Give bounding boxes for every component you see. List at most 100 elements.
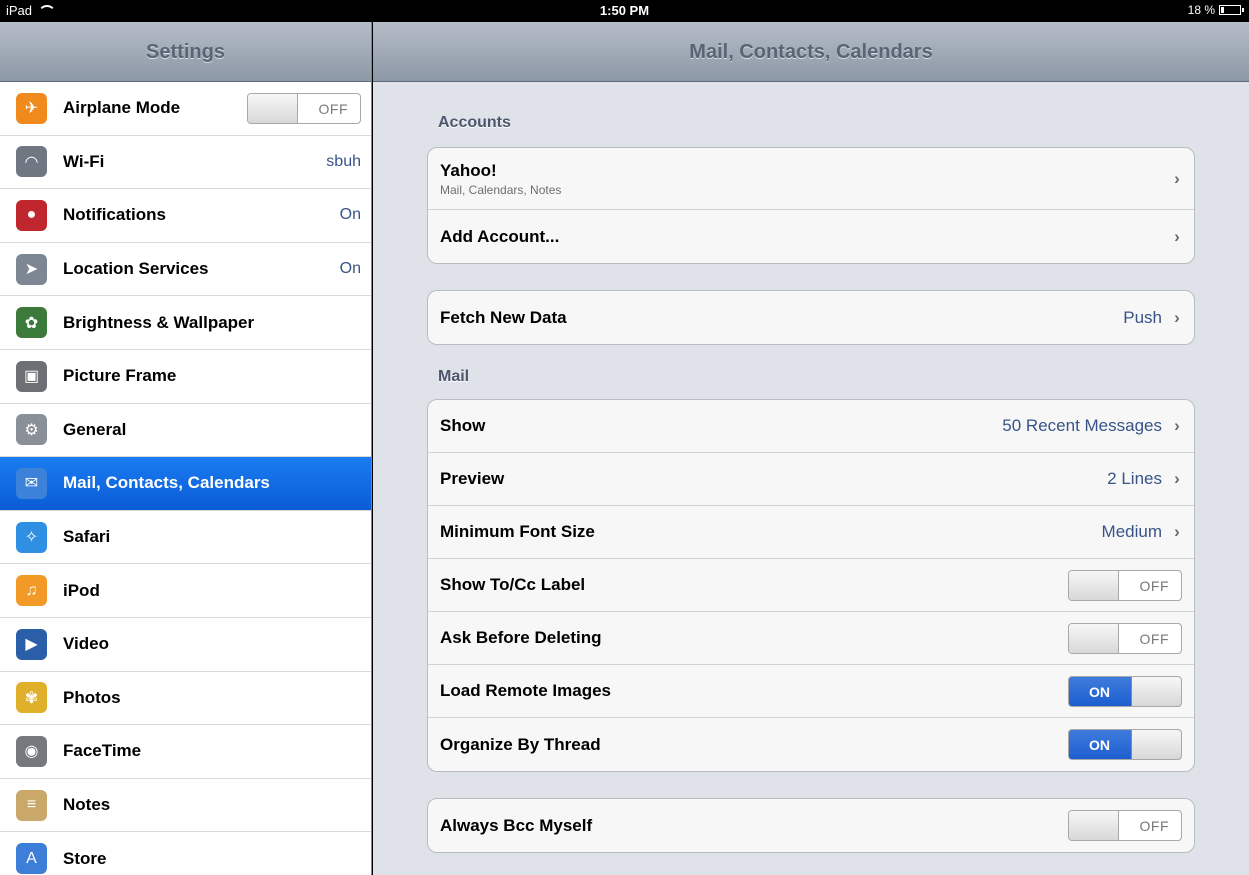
organize-by-thread-row[interactable]: Organize By Thread ON (428, 718, 1194, 771)
show-label: Show (440, 416, 486, 435)
video-icon: ▶ (16, 628, 47, 660)
location-icon: ➤ (16, 253, 47, 285)
account-label: Add Account... (440, 226, 560, 246)
load-remote-images-toggle[interactable]: ON (1068, 675, 1182, 707)
sidebar-item-ipod[interactable]: ♫ iPod (0, 564, 371, 618)
sidebar-item-facetime[interactable]: ◉ FaceTime (0, 725, 371, 779)
always-bcc-myself-label: Always Bcc Myself (440, 815, 593, 835)
toggle-knob (1131, 730, 1181, 759)
sidebar-item-safari[interactable]: ✧ Safari (0, 511, 371, 565)
show-to-cc-label-toggle[interactable]: OFF (1068, 569, 1182, 601)
picture-frame-icon: ▣ (16, 360, 47, 392)
preview-label: Preview (440, 469, 505, 488)
always-bcc-myself-row[interactable]: Always Bcc Myself OFF (428, 799, 1194, 852)
sidebar-item-airplane-mode[interactable]: ✈ Airplane Mode OFF (0, 82, 371, 136)
airplane-icon: ✈ (16, 92, 47, 124)
sidebar-item-label: Store (63, 848, 107, 868)
battery-percent: 18 % (1187, 3, 1215, 17)
notifications-icon: ● (16, 199, 47, 231)
sidebar-item-label: FaceTime (63, 741, 142, 761)
more-mail-group: Always Bcc Myself OFF (427, 798, 1195, 853)
sidebar-item-label: Brightness & Wallpaper (63, 312, 255, 332)
toggle-label: ON (1089, 737, 1110, 753)
sidebar-item-label: Wi-Fi (63, 151, 105, 171)
sidebar-item-notifications[interactable]: ● Notifications On (0, 189, 371, 243)
mail-group: Show 50 Recent Messages › Preview 2 Lines › Mi… (427, 399, 1195, 772)
sidebar-item-video[interactable]: ▶ Video (0, 618, 371, 672)
account-services: Mail, Calendars, Notes (440, 182, 562, 197)
detail-pane: Mail, Contacts, Calendars Accounts Yahoo… (373, 22, 1249, 875)
fetch-new-data-label: Fetch New Data (440, 307, 567, 327)
sidebar-item-label: Airplane Mode (63, 98, 181, 118)
show-value: 50 Recent Messages (1002, 416, 1162, 435)
sidebar-item-photos[interactable]: ✾ Photos (0, 672, 371, 726)
sidebar-item-label: Photos (63, 687, 121, 707)
always-bcc-myself-toggle[interactable]: OFF (1068, 810, 1182, 841)
account-row-yahoo[interactable]: Yahoo! Mail, Calendars, Notes › (428, 148, 1194, 210)
fetch-group: Fetch New Data Push › (427, 290, 1195, 345)
sidebar-item-label: Mail, Contacts, Calendars (63, 473, 270, 493)
sidebar-item-label: Location Services (63, 259, 209, 279)
detail-title: Mail, Contacts, Calendars (373, 22, 1249, 82)
sidebar-item-label: Notifications (63, 205, 166, 225)
sidebar-item-label: Video (63, 634, 109, 654)
sidebar-item-mail-contacts-calendars[interactable]: ✉ Mail, Contacts, Calendars (0, 457, 371, 511)
ask-before-deleting-row[interactable]: Ask Before Deleting OFF (428, 612, 1194, 665)
chevron-right-icon: › (1174, 307, 1180, 327)
sidebar-item-brightness-wallpaper[interactable]: ✿ Brightness & Wallpaper (0, 296, 371, 350)
mail-section-title: Mail (438, 368, 470, 385)
load-remote-images-label: Load Remote Images (440, 681, 611, 700)
toggle-label: OFF (1139, 818, 1169, 834)
store-icon: A (16, 843, 47, 875)
chevron-right-icon: › (1174, 226, 1180, 246)
toggle-knob (1131, 676, 1181, 706)
safari-icon: ✧ (16, 521, 47, 553)
status-time: 1:50 PM (599, 3, 650, 18)
sidebar-item-notes[interactable]: ≡ Notes (0, 779, 371, 833)
chevron-right-icon: › (1174, 469, 1180, 488)
minimum-font-size-row[interactable]: Minimum Font Size Medium › (428, 506, 1194, 559)
ask-before-deleting-toggle[interactable]: OFF (1068, 622, 1182, 654)
brightness-icon: ✿ (16, 307, 47, 339)
sidebar-item-picture-frame[interactable]: ▣ Picture Frame (0, 350, 371, 404)
load-remote-images-row[interactable]: Load Remote Images ON (428, 665, 1194, 718)
sidebar-item-store[interactable]: A Store (0, 832, 371, 875)
sidebar-item-value: On (339, 260, 361, 278)
fetch-new-data-value: Push (1123, 307, 1162, 327)
status-right: 18 % (1187, 3, 1244, 17)
sidebar-item-general[interactable]: ⚙ General (0, 404, 371, 458)
show-row[interactable]: Show 50 Recent Messages › (428, 400, 1194, 453)
sidebar-item-value: On (339, 206, 361, 224)
toggle-label: OFF (318, 100, 348, 117)
preview-row[interactable]: Preview 2 Lines › (428, 453, 1194, 506)
organize-by-thread-toggle[interactable]: ON (1068, 729, 1182, 760)
sidebar-title: Settings (0, 22, 371, 82)
fetch-new-data-row[interactable]: Fetch New Data Push › (428, 291, 1194, 344)
sidebar-item-label: Notes (63, 795, 111, 815)
airplane-mode-toggle[interactable]: OFF (247, 92, 361, 124)
account-row-add-account[interactable]: Add Account... › (428, 210, 1194, 263)
account-text: Yahoo! Mail, Calendars, Notes (440, 161, 1172, 197)
toggle-label: ON (1089, 683, 1110, 700)
settings-sidebar: Settings ✈ Airplane Mode OFF ◠ Wi-Fi sbuh ● Not… (0, 22, 372, 875)
toggle-knob (1069, 811, 1119, 840)
sidebar-list: ✈ Airplane Mode OFF ◠ Wi-Fi sbuh ● Notification… (0, 82, 371, 875)
sidebar-item-label: Safari (63, 527, 111, 547)
chevron-right-icon: › (1174, 168, 1180, 188)
account-name: Yahoo! (440, 160, 497, 180)
battery-icon (1219, 5, 1244, 15)
toggle-knob (1069, 623, 1119, 653)
sidebar-item-label: iPod (63, 580, 100, 600)
toggle-label: OFF (1139, 577, 1169, 594)
facetime-icon: ◉ (16, 735, 47, 767)
show-to-cc-label-row[interactable]: Show To/Cc Label OFF (428, 559, 1194, 612)
sidebar-item-wi-fi[interactable]: ◠ Wi-Fi sbuh (0, 136, 371, 190)
wifi-icon: ◠ (16, 146, 47, 178)
status-bar: iPad 1:50 PM 18 % (0, 0, 1249, 22)
minimum-font-size-value: Medium (1101, 522, 1162, 541)
organize-by-thread-label: Organize By Thread (440, 734, 601, 754)
sidebar-item-value: sbuh (326, 152, 361, 170)
sidebar-item-location-services[interactable]: ➤ Location Services On (0, 243, 371, 297)
sidebar-item-label: Picture Frame (63, 366, 177, 386)
show-to-cc-label-label: Show To/Cc Label (440, 575, 586, 594)
